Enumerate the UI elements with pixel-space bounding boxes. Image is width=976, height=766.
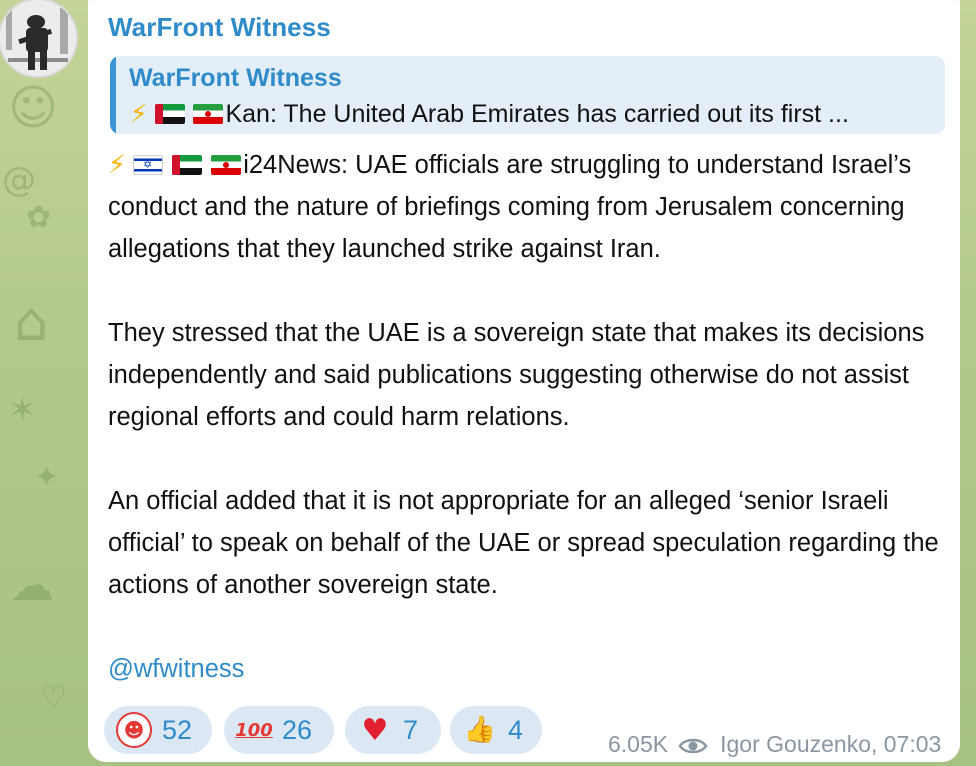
thumbs-up-icon: 👍 <box>463 715 497 745</box>
reply-preview[interactable]: WarFront Witness ⚡ Kan: The United Arab … <box>110 56 945 134</box>
channel-name[interactable]: WarFront Witness <box>108 12 331 43</box>
message-paragraph-3: An official added that it is not appropr… <box>108 487 939 599</box>
wallpaper-fish-doodle: ✶ <box>8 390 37 430</box>
reply-title: WarFront Witness <box>129 64 342 92</box>
wallpaper-cat-doodle: ☺ <box>8 80 59 136</box>
israel-flag-icon <box>133 155 163 175</box>
reaction-hundred[interactable]: 100 26 <box>224 706 334 754</box>
red-heart-icon: ♥ <box>361 712 389 748</box>
iran-flag-icon <box>193 104 224 124</box>
reply-text: Kan: The United Arab Emirates has carrie… <box>225 100 849 128</box>
iran-flag-icon <box>211 155 242 175</box>
clown-face-icon: ☻ <box>116 712 152 748</box>
reply-text-line: ⚡ Kan: The United Arab Emirates has carr… <box>130 99 935 129</box>
lightning-icon: ⚡ <box>130 99 148 128</box>
uae-flag-icon <box>172 155 203 175</box>
reaction-thumbs-up[interactable]: 👍 4 <box>450 706 542 754</box>
message-paragraph-2: They stressed that the UAE is a sovereig… <box>108 319 925 431</box>
eye-icon <box>678 735 708 755</box>
channel-avatar[interactable] <box>0 0 78 78</box>
soldier-avatar-icon <box>0 0 76 76</box>
reaction-count: 52 <box>162 714 193 745</box>
message-meta: 6.05K Igor Gouzenko, 07:03 <box>608 731 941 758</box>
reply-accent-bar <box>110 56 116 134</box>
hundred-points-icon: 100 <box>235 719 273 741</box>
reaction-heart[interactable]: ♥ 7 <box>345 706 441 754</box>
reaction-count: 7 <box>403 714 419 745</box>
reaction-count: 4 <box>508 714 524 745</box>
reaction-count: 26 <box>282 714 313 745</box>
wallpaper-bird-doodle: ✿ <box>26 200 52 235</box>
lightning-icon: ⚡ <box>108 150 126 180</box>
wallpaper-house-doodle: ⌂ <box>14 290 49 353</box>
wallpaper-bone-doodle: ✦ <box>34 460 60 495</box>
author-and-time: Igor Gouzenko, 07:03 <box>720 731 942 757</box>
wallpaper-cloud-doodle: ☁ <box>10 560 54 611</box>
reaction-clown[interactable]: ☻ 52 <box>104 706 212 754</box>
message-headline-line: ⚡ i24News: UAE officials are struggling … <box>108 144 953 270</box>
message-text: ⚡ i24News: UAE officials are struggling … <box>108 144 953 690</box>
uae-flag-icon <box>154 104 185 124</box>
channel-handle-link[interactable]: @wfwitness <box>108 655 244 683</box>
wallpaper-heart-doodle: ♡ <box>40 680 67 715</box>
wallpaper-spiral-doodle: @ <box>2 160 36 200</box>
view-count: 6.05K <box>608 731 669 757</box>
